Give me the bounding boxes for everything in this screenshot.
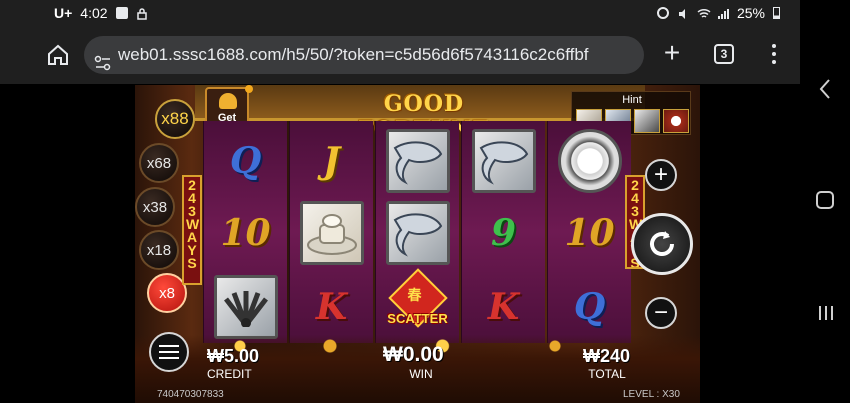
carrier-label: U+ [54, 5, 73, 21]
symbol-scatter: 春 SCATTER [376, 268, 459, 343]
mute-icon [677, 7, 689, 19]
overflow-menu-button[interactable] [767, 42, 781, 68]
ways-text: 243 WAYS [186, 177, 200, 271]
multiplier-x8-active: x8 [147, 273, 187, 313]
refresh-icon [650, 231, 674, 256]
url-text: web01.sssc1688.com/h5/50/?token=c5d56d6f… [118, 45, 589, 64]
bet-increase-button[interactable]: + [645, 159, 677, 191]
browser-toolbar: web01.sssc1688.com/h5/50/?token=c5d56d6f… [0, 26, 800, 84]
status-bar: U+ 4:02 25% [0, 0, 800, 26]
symbol-10: 10 [548, 197, 631, 269]
symbol-k: K [290, 271, 373, 343]
ways-banner-left: 243 WAYS [182, 175, 202, 285]
battery-percent: 25% [736, 5, 765, 21]
symbol-fan-card [204, 271, 287, 343]
lock-icon [136, 7, 148, 20]
symbol-k: K [462, 271, 545, 343]
symbol-9-text: 9 [490, 212, 517, 254]
screen: U+ 4:02 25% web01.sssc1688.com/h5/50/?to… [0, 0, 850, 403]
bet-decrease-button[interactable]: − [645, 297, 677, 329]
game-title: GOOD FORTUNE [358, 91, 489, 143]
credit-label: CREDIT [207, 367, 252, 381]
hint-fan-icon [634, 109, 660, 133]
reel-4: 9 K [461, 121, 545, 343]
symbol-10-text: 10 [220, 212, 271, 254]
multiplier-x38: x38 [135, 187, 175, 227]
minus-icon: − [653, 299, 668, 326]
plus-icon: + [653, 161, 668, 188]
scatter-label: SCATTER [387, 311, 448, 326]
alarm-icon [656, 7, 669, 19]
symbol-k-text: K [315, 286, 348, 328]
silver-fish-icon [385, 129, 450, 193]
game-menu-button[interactable] [149, 332, 189, 372]
nav-home-button[interactable] [816, 191, 834, 209]
silver-fish-icon [471, 129, 536, 193]
notification-icon [115, 7, 128, 19]
gold-ingot-icon [219, 93, 237, 109]
signal-icon [717, 7, 729, 19]
multiplier-x18: x18 [139, 230, 179, 270]
total-value: ₩240 [583, 346, 631, 366]
symbol-j-text: J [322, 140, 341, 182]
coin-medallion-icon [557, 129, 622, 193]
recent-apps-icon [819, 306, 833, 320]
total-label: TOTAL [588, 367, 626, 381]
hint-coin-icon [663, 109, 689, 133]
symbol-j: J [290, 125, 373, 197]
notification-dot [245, 85, 253, 93]
back-button[interactable] [818, 78, 832, 100]
symbol-fish [376, 125, 459, 197]
battery-icon [773, 7, 780, 19]
symbol-coin-medallion [548, 125, 631, 197]
silver-fish-icon [385, 201, 450, 265]
reel-2: J K [289, 121, 373, 343]
home-button[interactable] [45, 42, 71, 68]
symbol-10-text: 10 [564, 212, 615, 254]
silver-ingot-icon [299, 201, 364, 265]
hint-label: Hint [622, 94, 642, 106]
hamburger-icon [159, 345, 179, 359]
win-label: WIN [409, 367, 433, 381]
spin-button[interactable] [631, 213, 693, 275]
symbol-fish [376, 197, 459, 269]
reels: Q 10 J K 春 SCATTER 9 K 10 Q [203, 121, 631, 343]
symbol-q: Q [548, 271, 631, 343]
tab-switcher-button[interactable]: 3 [714, 44, 734, 64]
symbol-10: 10 [204, 197, 287, 269]
more-vert-icon [772, 44, 776, 64]
credit-value: ₩5.00 [207, 346, 260, 366]
recent-apps-button[interactable] [816, 304, 836, 322]
symbol-ingot [290, 197, 373, 269]
home-icon [48, 44, 68, 65]
scatter-icon: 春 SCATTER [383, 268, 453, 339]
fan-card-icon [213, 275, 278, 339]
reel-5: 10 Q [547, 121, 631, 343]
game-id: 740470307833 [157, 389, 224, 400]
scatter-char: 春 [407, 287, 422, 303]
chevron-left-icon [819, 79, 830, 99]
win-value: ₩0.00 [383, 343, 444, 366]
site-settings-icon[interactable] [94, 47, 112, 71]
symbol-fish [462, 125, 545, 197]
reel-1: Q 10 [203, 121, 287, 343]
address-bar[interactable]: web01.sssc1688.com/h5/50/?token=c5d56d6f… [84, 36, 644, 74]
reel-3: 春 SCATTER [375, 121, 459, 343]
symbol-q-text: Q [229, 140, 262, 182]
symbol-k-text: K [487, 286, 520, 328]
symbol-9: 9 [462, 197, 545, 269]
symbol-q: Q [204, 125, 287, 197]
clock: 4:02 [80, 5, 108, 21]
new-tab-button[interactable]: + [660, 39, 684, 68]
level-label: LEVEL : X30 [623, 389, 680, 400]
system-nav-bar [800, 0, 850, 403]
multiplier-x68: x68 [139, 143, 179, 183]
slot-game: GOOD FORTUNE Get More Hint x88 x68 x38 x… [135, 85, 700, 403]
symbol-q-text: Q [573, 286, 606, 328]
wifi-icon [697, 7, 711, 19]
multiplier-x88: x88 [155, 99, 195, 139]
